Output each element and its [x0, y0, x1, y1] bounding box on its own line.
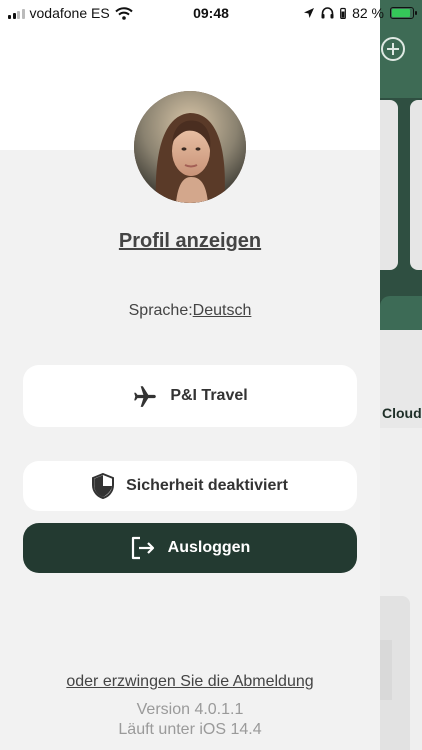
cloud-label: Cloud: [382, 405, 422, 421]
background-cloud-card[interactable]: Cloud: [380, 330, 422, 714]
status-bar: vodafone ES 09:48 82 %: [0, 0, 422, 26]
background-screen: Cloud: [380, 0, 422, 750]
avatar[interactable]: [134, 91, 246, 203]
shield-icon: [92, 473, 115, 499]
security-button[interactable]: Sicherheit deaktiviert: [23, 461, 357, 511]
logout-button[interactable]: Ausloggen: [23, 523, 357, 573]
force-logout-link[interactable]: oder erzwingen Sie die Abmeldung: [0, 673, 380, 691]
headphones-icon: [321, 7, 334, 19]
add-icon[interactable]: [380, 36, 406, 62]
security-button-label: Sicherheit deaktiviert: [126, 477, 288, 494]
platform-text: Läuft unter iOS 14.4: [118, 721, 262, 738]
status-right: 82 %: [303, 5, 417, 21]
profile-link[interactable]: Profil anzeigen: [0, 230, 380, 253]
version-text: Version 4.0.1.1: [136, 701, 244, 718]
language-link[interactable]: Deutsch: [193, 302, 252, 319]
side-drawer: Profil anzeigen Sprache:Deutsch P&I Trav…: [0, 0, 380, 750]
logout-icon: [131, 536, 154, 560]
background-card-inner: [380, 640, 392, 700]
background-card[interactable]: [380, 100, 398, 270]
travel-button[interactable]: P&I Travel: [23, 365, 357, 427]
battery-level: [392, 9, 411, 17]
language-label: Sprache:: [128, 302, 193, 319]
travel-button-label: P&I Travel: [170, 387, 248, 404]
version-info: Version 4.0.1.1 Läuft unter iOS 14.4: [0, 700, 380, 740]
background-card[interactable]: [410, 100, 422, 270]
battery-percentage: 82 %: [352, 5, 384, 21]
small-battery-icon: [340, 7, 346, 19]
language-setting: Sprache:Deutsch: [0, 302, 380, 320]
logout-button-label: Ausloggen: [167, 539, 251, 556]
battery-icon: [390, 7, 417, 19]
profile-photo: [134, 91, 246, 203]
airplane-icon: [134, 386, 157, 407]
location-arrow-icon: [304, 8, 315, 18]
